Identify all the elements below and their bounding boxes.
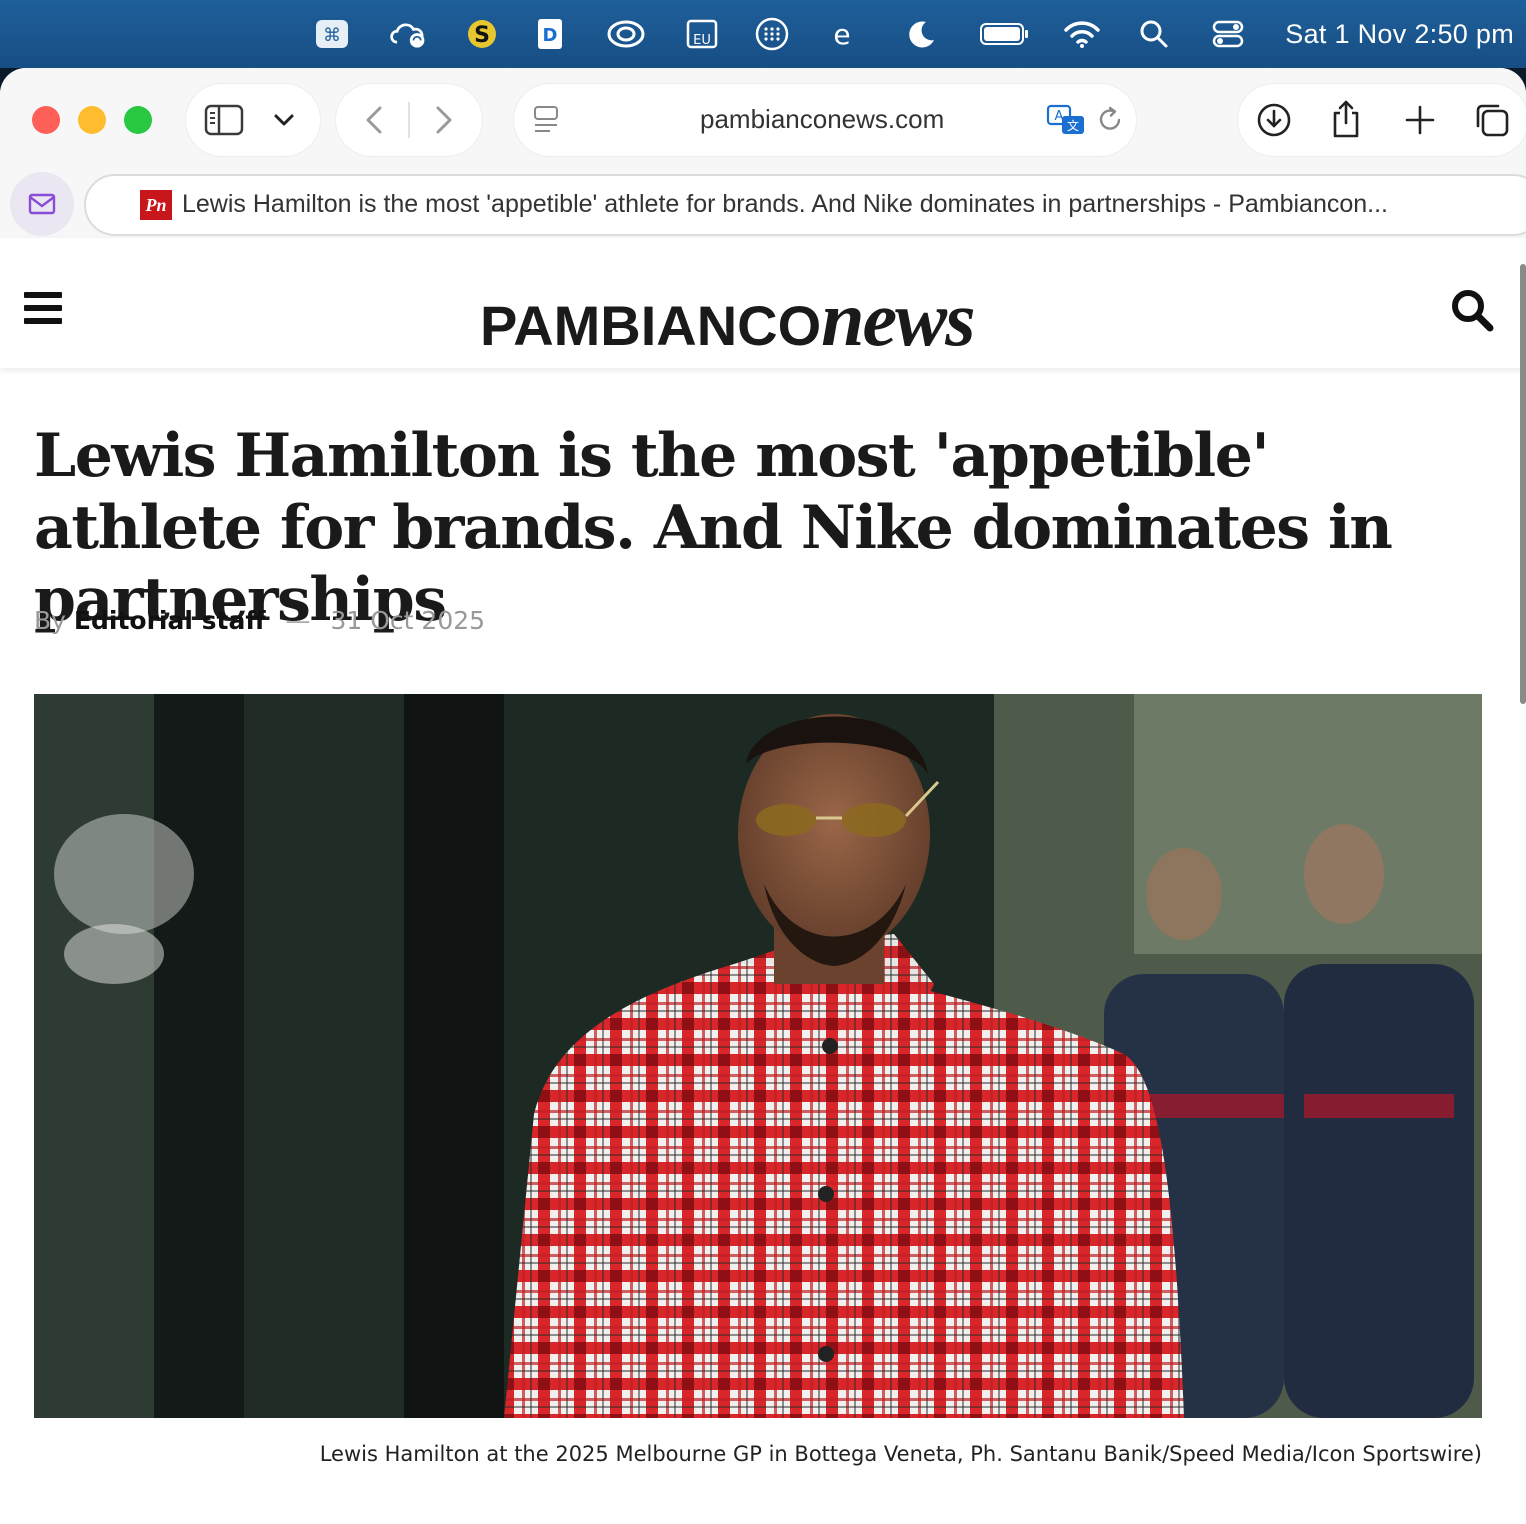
- dashlane-icon[interactable]: D: [530, 14, 570, 54]
- new-tab-icon[interactable]: [1398, 98, 1442, 142]
- spotlight-icon[interactable]: [1134, 14, 1174, 54]
- address-bar[interactable]: pambianconews.com A文: [514, 84, 1136, 156]
- site-favicon: Pn: [140, 190, 172, 220]
- author-link[interactable]: Editorial staff: [74, 606, 266, 635]
- forward-arrow-icon[interactable]: [424, 100, 464, 140]
- page-scrollbar[interactable]: [1520, 264, 1526, 704]
- menu-bar-clock[interactable]: Sat 1 Nov 2:50 pm: [1285, 14, 1514, 54]
- site-header: PAMBIANCO news: [0, 238, 1526, 368]
- translate-icon[interactable]: A文: [1044, 100, 1088, 140]
- hero-photo-illustration: [34, 694, 1482, 1418]
- hero-image: [34, 694, 1482, 1418]
- svg-text:⌘: ⌘: [323, 25, 341, 46]
- back-arrow-icon[interactable]: [354, 100, 394, 140]
- sidebar-icon[interactable]: [202, 100, 246, 140]
- close-window-button[interactable]: [32, 106, 60, 134]
- logo-primary: PAMBIANCO: [480, 294, 822, 357]
- mail-icon: [28, 193, 56, 215]
- browser-window: pambianconews.com A文 Pn Lewis Hamilton i…: [0, 68, 1526, 1524]
- mail-extension-button[interactable]: [10, 172, 74, 236]
- command-icon[interactable]: ⌘: [312, 14, 352, 54]
- menu-bar: ⌘ S D EU e Sat 1 Nov 2:50 pm: [0, 0, 1526, 68]
- svg-text:D: D: [543, 25, 558, 46]
- svg-text:文: 文: [1067, 118, 1079, 133]
- zoom-window-button[interactable]: [124, 106, 152, 134]
- svg-text:e: e: [833, 18, 850, 51]
- byline-separator: —: [285, 606, 311, 635]
- article-date: 31 Oct 2025: [330, 606, 486, 635]
- wifi-icon[interactable]: [1062, 14, 1102, 54]
- creative-cloud-sync-icon[interactable]: [388, 14, 428, 54]
- dollar-app-icon[interactable]: S: [462, 14, 502, 54]
- battery-icon[interactable]: [980, 14, 1030, 54]
- browser-toolbar: pambianconews.com A文 Pn Lewis Hamilton i…: [0, 68, 1526, 238]
- hamburger-menu-icon[interactable]: [24, 292, 62, 324]
- tab-active[interactable]: Pn Lewis Hamilton is the most 'appetible…: [84, 174, 1526, 236]
- reload-icon[interactable]: [1092, 102, 1128, 138]
- byline-prefix: By: [34, 606, 66, 635]
- svg-text:EU: EU: [693, 33, 711, 48]
- url-text[interactable]: pambianconews.com: [700, 104, 944, 135]
- creative-cloud-icon[interactable]: [606, 14, 646, 54]
- moon-icon[interactable]: [902, 14, 942, 54]
- navigation-group: [336, 84, 482, 156]
- grid-app-icon[interactable]: [752, 14, 792, 54]
- article-headline: Lewis Hamilton is the most 'appetible' a…: [34, 421, 1393, 635]
- nav-divider: [408, 102, 410, 138]
- tab-overview-icon[interactable]: [1470, 98, 1514, 142]
- article-byline: By Editorial staff — 31 Oct 2025: [34, 606, 485, 635]
- tab-title: Lewis Hamilton is the most 'appetible' a…: [182, 190, 1389, 218]
- eu-vpn-icon[interactable]: EU: [682, 14, 722, 54]
- toolbar-actions-group: [1238, 84, 1526, 156]
- sidebar-toggle-group: [186, 84, 320, 156]
- search-icon[interactable]: [1450, 288, 1494, 332]
- control-center-icon[interactable]: [1208, 14, 1248, 54]
- logo-secondary: news: [821, 275, 975, 362]
- minimize-window-button[interactable]: [78, 106, 106, 134]
- chevron-down-icon[interactable]: [266, 102, 302, 138]
- share-icon[interactable]: [1324, 96, 1368, 142]
- edge-icon[interactable]: e: [822, 14, 862, 54]
- svg-text:S: S: [474, 23, 490, 48]
- download-icon[interactable]: [1252, 98, 1296, 142]
- reader-mode-icon[interactable]: [528, 102, 564, 138]
- image-caption: Lewis Hamilton at the 2025 Melbourne GP …: [319, 1442, 1482, 1466]
- site-logo[interactable]: PAMBIANCO news: [480, 274, 976, 362]
